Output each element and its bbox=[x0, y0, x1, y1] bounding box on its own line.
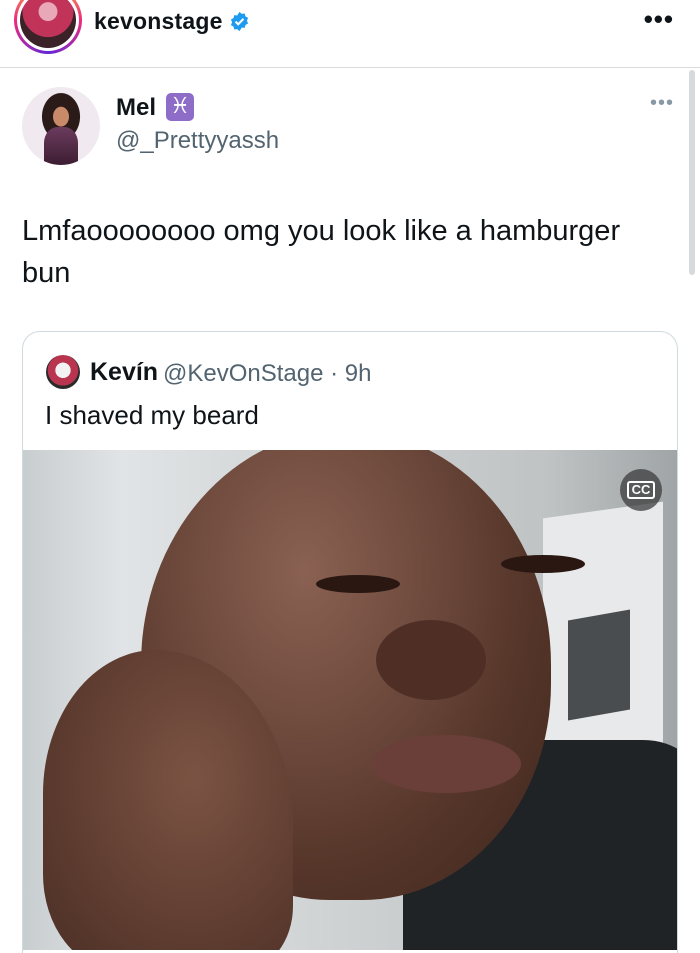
tweet-text: Lmfaoooooooo omg you look like a hamburg… bbox=[22, 215, 621, 289]
quoted-author-handle-time: @KevOnStage · 9h bbox=[163, 360, 372, 387]
quoted-author-name[interactable]: Kevín bbox=[90, 358, 158, 387]
story-ring[interactable] bbox=[14, 0, 82, 54]
tweet-author-avatar[interactable] bbox=[22, 87, 100, 165]
pisces-emoji-icon: ♓ bbox=[166, 93, 194, 121]
instagram-header: kevonstage ••• bbox=[0, 0, 700, 68]
scrollbar[interactable] bbox=[689, 70, 695, 275]
quoted-author-avatar[interactable] bbox=[46, 355, 80, 389]
tweet-author-name[interactable]: Mel bbox=[116, 94, 156, 122]
quoted-tweet-text: I shaved my beard bbox=[45, 400, 259, 430]
captions-icon[interactable]: CC bbox=[620, 469, 662, 511]
tweet-more-button[interactable]: ••• bbox=[650, 92, 674, 115]
quoted-tweet-photo[interactable]: CC bbox=[23, 450, 677, 950]
profile-username[interactable]: kevonstage bbox=[94, 8, 223, 35]
profile-avatar[interactable] bbox=[20, 0, 76, 48]
tweet-author-handle[interactable]: @_Prettyyassh bbox=[116, 127, 279, 155]
quoted-tweet-card[interactable]: Kevín @KevOnStage · 9h I shaved my beard… bbox=[22, 331, 678, 953]
verified-badge-icon bbox=[230, 11, 249, 32]
more-options-button[interactable]: ••• bbox=[644, 4, 674, 35]
